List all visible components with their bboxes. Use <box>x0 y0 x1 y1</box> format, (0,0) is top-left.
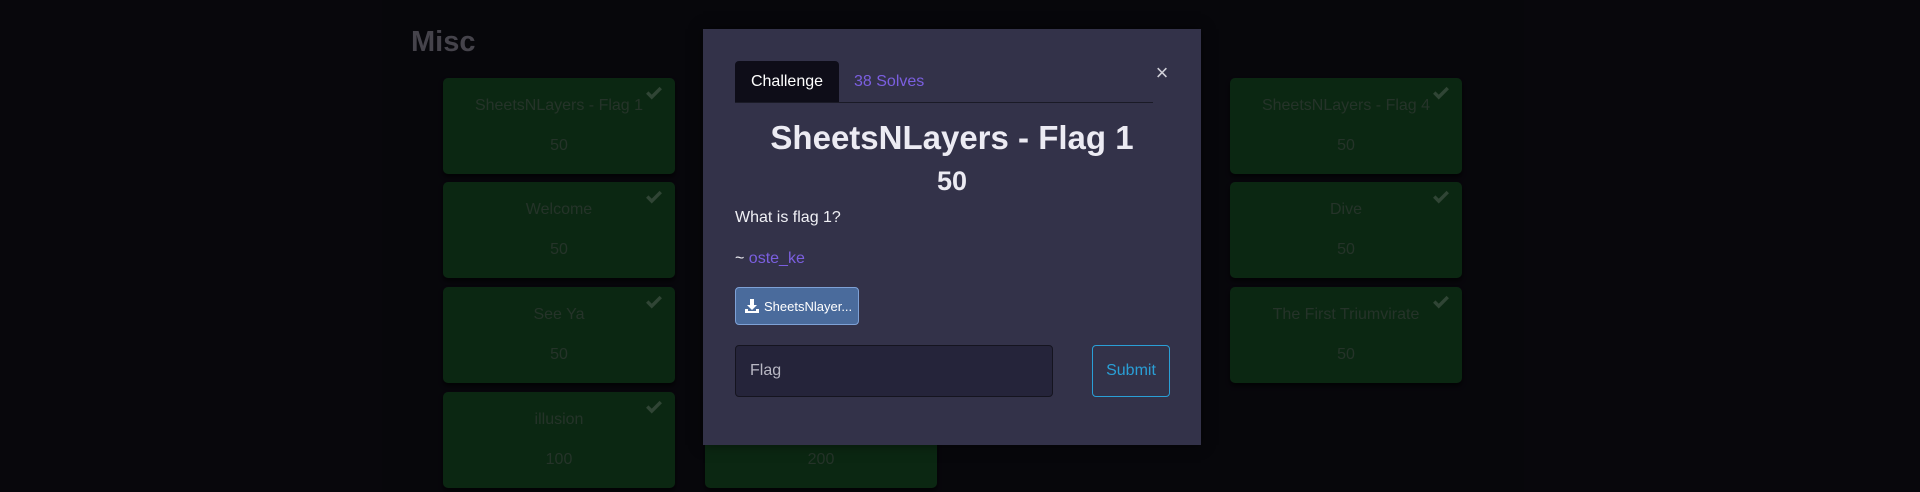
file-download-button[interactable]: SheetsNlayer... <box>735 287 859 325</box>
challenge-description: What is flag 1? <box>735 209 841 226</box>
tab-challenge[interactable]: Challenge <box>735 61 839 102</box>
challenge-name: SheetsNLayers - Flag 1 <box>770 119 1134 156</box>
author-prefix: ~ <box>735 250 749 267</box>
tab-solves[interactable]: 38 Solves <box>854 61 924 102</box>
challenge-modal: Challenge 38 Solves × SheetsNLayers - Fl… <box>703 29 1201 445</box>
flag-input[interactable] <box>735 345 1053 397</box>
challenge-author: ~ oste_ke <box>735 250 805 268</box>
download-icon <box>745 299 759 313</box>
author-link[interactable]: oste_ke <box>749 250 805 267</box>
challenge-value: 50 <box>936 166 968 196</box>
modal-tabs: Challenge 38 Solves <box>735 61 1153 103</box>
submit-button[interactable]: Submit <box>1092 345 1170 397</box>
close-icon[interactable]: × <box>1152 62 1172 84</box>
file-name: SheetsNlayer... <box>764 298 853 314</box>
